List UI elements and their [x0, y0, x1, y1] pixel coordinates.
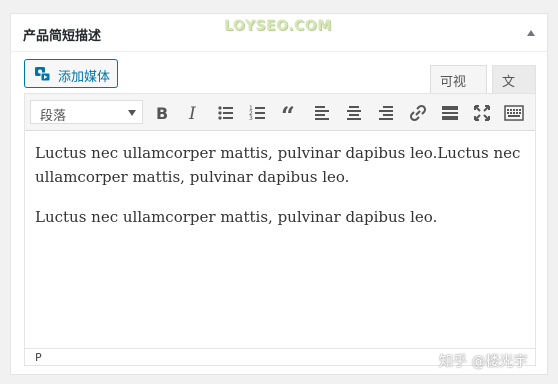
editor-toolbar: 段落 B I 1 2 3 “ [25, 94, 535, 131]
editor-paragraph: Luctus nec ullamcorper mattis, pulvinar … [35, 208, 438, 226]
tab-visual[interactable]: 可视化 [430, 65, 487, 109]
bold-icon[interactable]: B [151, 102, 173, 124]
site-watermark: LOYSEO.COM [224, 18, 332, 34]
italic-icon[interactable]: I [183, 102, 205, 124]
tab-text[interactable]: 文本 [492, 65, 536, 109]
editor-paragraph: Luctus nec ullamcorper mattis, pulvinar … [35, 144, 521, 186]
fullscreen-icon[interactable] [471, 102, 493, 124]
zhihu-watermark: 知乎 @楼光宇 [439, 354, 528, 370]
bullet-list-icon[interactable] [215, 102, 237, 124]
chevron-down-icon [128, 110, 136, 116]
paragraph-format-select[interactable]: 段落 [30, 100, 143, 124]
collapse-toggle-icon[interactable] [527, 30, 535, 36]
add-media-label: 添加媒体 [58, 70, 111, 85]
metabox-header[interactable]: 产品简短描述 LOYSEO.COM [11, 14, 547, 52]
format-select-value: 段落 [40, 109, 67, 124]
editor-container: 段落 B I 1 2 3 “ Luctus nec ullamcorper ma… [24, 93, 536, 366]
align-center-icon[interactable] [343, 102, 365, 124]
metabox-title: 产品简短描述 [23, 29, 102, 44]
svg-text:I: I [188, 104, 196, 124]
blockquote-icon[interactable]: “ [279, 102, 301, 124]
product-short-description-metabox: 产品简短描述 LOYSEO.COM 添加媒体 可视化 文本 段落 B [10, 13, 548, 375]
editor-content-area[interactable]: Luctus nec ullamcorper mattis, pulvinar … [25, 131, 535, 337]
toolbar-toggle-icon[interactable] [503, 102, 525, 124]
add-media-button[interactable]: 添加媒体 [24, 59, 118, 88]
svg-text:B: B [156, 104, 168, 123]
element-path[interactable]: P [35, 351, 42, 364]
svg-text:3: 3 [249, 115, 253, 122]
add-media-icon [34, 66, 51, 82]
align-right-icon[interactable] [375, 102, 397, 124]
numbered-list-icon[interactable]: 1 2 3 [247, 102, 269, 124]
svg-text:“: “ [281, 102, 295, 124]
link-icon[interactable] [407, 102, 429, 124]
read-more-icon[interactable] [439, 102, 461, 124]
align-left-icon[interactable] [311, 102, 333, 124]
